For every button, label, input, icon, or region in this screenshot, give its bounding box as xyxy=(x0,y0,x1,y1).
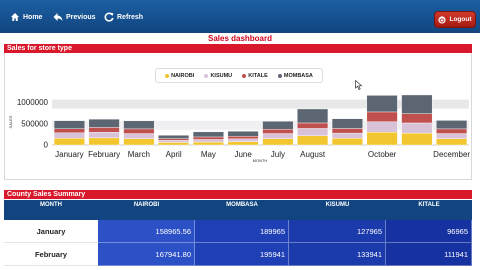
mouse-cursor-icon xyxy=(355,80,363,90)
x-tick-label: February xyxy=(88,150,120,159)
bar-segment-nairobi-october xyxy=(366,132,398,146)
bar-segment-kitale-september xyxy=(331,128,363,134)
mombasa-cell: 189965 xyxy=(195,220,289,243)
y-tick-label: 500000 xyxy=(21,119,48,128)
bar-segment-kisumu-december xyxy=(436,133,468,139)
month-cell: February xyxy=(4,243,98,266)
nairobi-cell: 167941.80 xyxy=(98,243,195,266)
table-section-header: County Sales Summary xyxy=(4,190,472,199)
x-tick-label: December xyxy=(433,150,470,159)
y-axis-label: SALES xyxy=(8,115,13,128)
x-tick-label: May xyxy=(201,150,216,159)
bar-segment-mombasa-december xyxy=(436,120,468,130)
bar-segment-mombasa-october xyxy=(366,95,398,113)
column-header-nairobi: NAIROBI xyxy=(133,202,160,208)
kisumu-cell: 133941 xyxy=(289,243,386,266)
bar-segment-kitale-june xyxy=(227,136,259,140)
mombasa-cell: 195941 xyxy=(195,243,289,266)
kisumu-cell: 127965 xyxy=(289,220,386,243)
bar-segment-nairobi-november xyxy=(401,132,433,146)
bar-segment-mombasa-april xyxy=(158,135,190,139)
bar-segment-kitale-october xyxy=(366,111,398,122)
county-sales-table: MONTH NAIROBI MOMBASA KISUMU KITALE Janu… xyxy=(4,200,472,270)
bar-segment-nairobi-march xyxy=(123,138,155,146)
bar-segment-mombasa-september xyxy=(331,118,363,129)
bar-segment-kisumu-september xyxy=(331,132,363,139)
bar-segment-kisumu-march xyxy=(123,133,155,139)
table-row: January 158965.56 189965 127965 96965 xyxy=(4,220,472,243)
bar-segment-kitale-august xyxy=(297,122,329,129)
x-tick-label: March xyxy=(128,150,150,159)
x-tick-label: April xyxy=(166,150,182,159)
bar-segment-kitale-november xyxy=(401,113,433,124)
column-header-month: MONTH xyxy=(40,202,62,208)
x-tick-label: July xyxy=(271,150,285,159)
month-cell: January xyxy=(4,220,98,243)
bar-segment-nairobi-september xyxy=(331,138,363,146)
bar-segment-nairobi-august xyxy=(297,135,329,146)
bar-segment-mombasa-march xyxy=(123,120,155,130)
bar-segment-kitale-april xyxy=(158,138,190,141)
column-header-kisumu: KISUMU xyxy=(325,202,350,208)
bar-segment-nairobi-february xyxy=(88,137,120,146)
bar-segment-kitale-march xyxy=(123,128,155,134)
bar-segment-mombasa-june xyxy=(227,131,259,137)
bar-segment-kisumu-october xyxy=(366,121,398,133)
table-header: MONTH NAIROBI MOMBASA KISUMU KITALE xyxy=(4,200,472,220)
x-tick-label: January xyxy=(55,150,83,159)
bar-segment-kitale-may xyxy=(192,136,224,140)
table-row: February 167941.80 195941 133941 111941 xyxy=(4,243,472,266)
x-tick-label: August xyxy=(300,150,326,159)
bar-segment-nairobi-may xyxy=(192,141,224,146)
bar-segment-kisumu-january xyxy=(53,132,85,139)
bar-segment-kisumu-may xyxy=(192,139,224,143)
bar-segment-mombasa-may xyxy=(192,131,224,138)
bar-segment-mombasa-august xyxy=(297,108,329,124)
bar-segment-mombasa-february xyxy=(88,118,120,128)
bar-segment-kisumu-june xyxy=(227,138,259,142)
bar-segment-mombasa-july xyxy=(262,121,294,130)
bar-segment-mombasa-november xyxy=(401,94,433,114)
kitale-cell: 111941 xyxy=(386,243,472,266)
bar-segment-kisumu-august xyxy=(297,128,329,136)
bar-segment-kitale-july xyxy=(262,129,294,134)
bar-segment-kitale-january xyxy=(53,128,85,134)
y-tick-label: 1000000 xyxy=(17,98,49,107)
bar-segment-kitale-december xyxy=(436,128,468,134)
bar-segment-kitale-february xyxy=(88,127,120,133)
bar-segment-nairobi-december xyxy=(436,138,468,146)
nairobi-cell: 158965.56 xyxy=(98,220,195,243)
column-header-kitale: KITALE xyxy=(418,202,440,208)
bar-segment-kisumu-july xyxy=(262,133,294,139)
column-header-mombasa: MOMBASA xyxy=(226,202,258,208)
bar-segment-nairobi-january xyxy=(53,138,85,146)
kitale-cell: 96965 xyxy=(386,220,472,243)
bar-segment-kisumu-november xyxy=(401,122,433,134)
bar-segment-nairobi-june xyxy=(227,141,259,146)
x-tick-label: June xyxy=(234,150,252,159)
x-tick-label: October xyxy=(368,150,397,159)
y-tick-label: 0 xyxy=(44,141,49,150)
bar-segment-mombasa-january xyxy=(53,120,85,129)
bar-segment-kisumu-february xyxy=(88,132,120,139)
bar-segment-nairobi-april xyxy=(158,142,190,146)
x-axis-label: MONTH xyxy=(253,158,268,163)
bar-segment-nairobi-july xyxy=(262,138,294,146)
bar-segment-kisumu-april xyxy=(158,140,190,143)
